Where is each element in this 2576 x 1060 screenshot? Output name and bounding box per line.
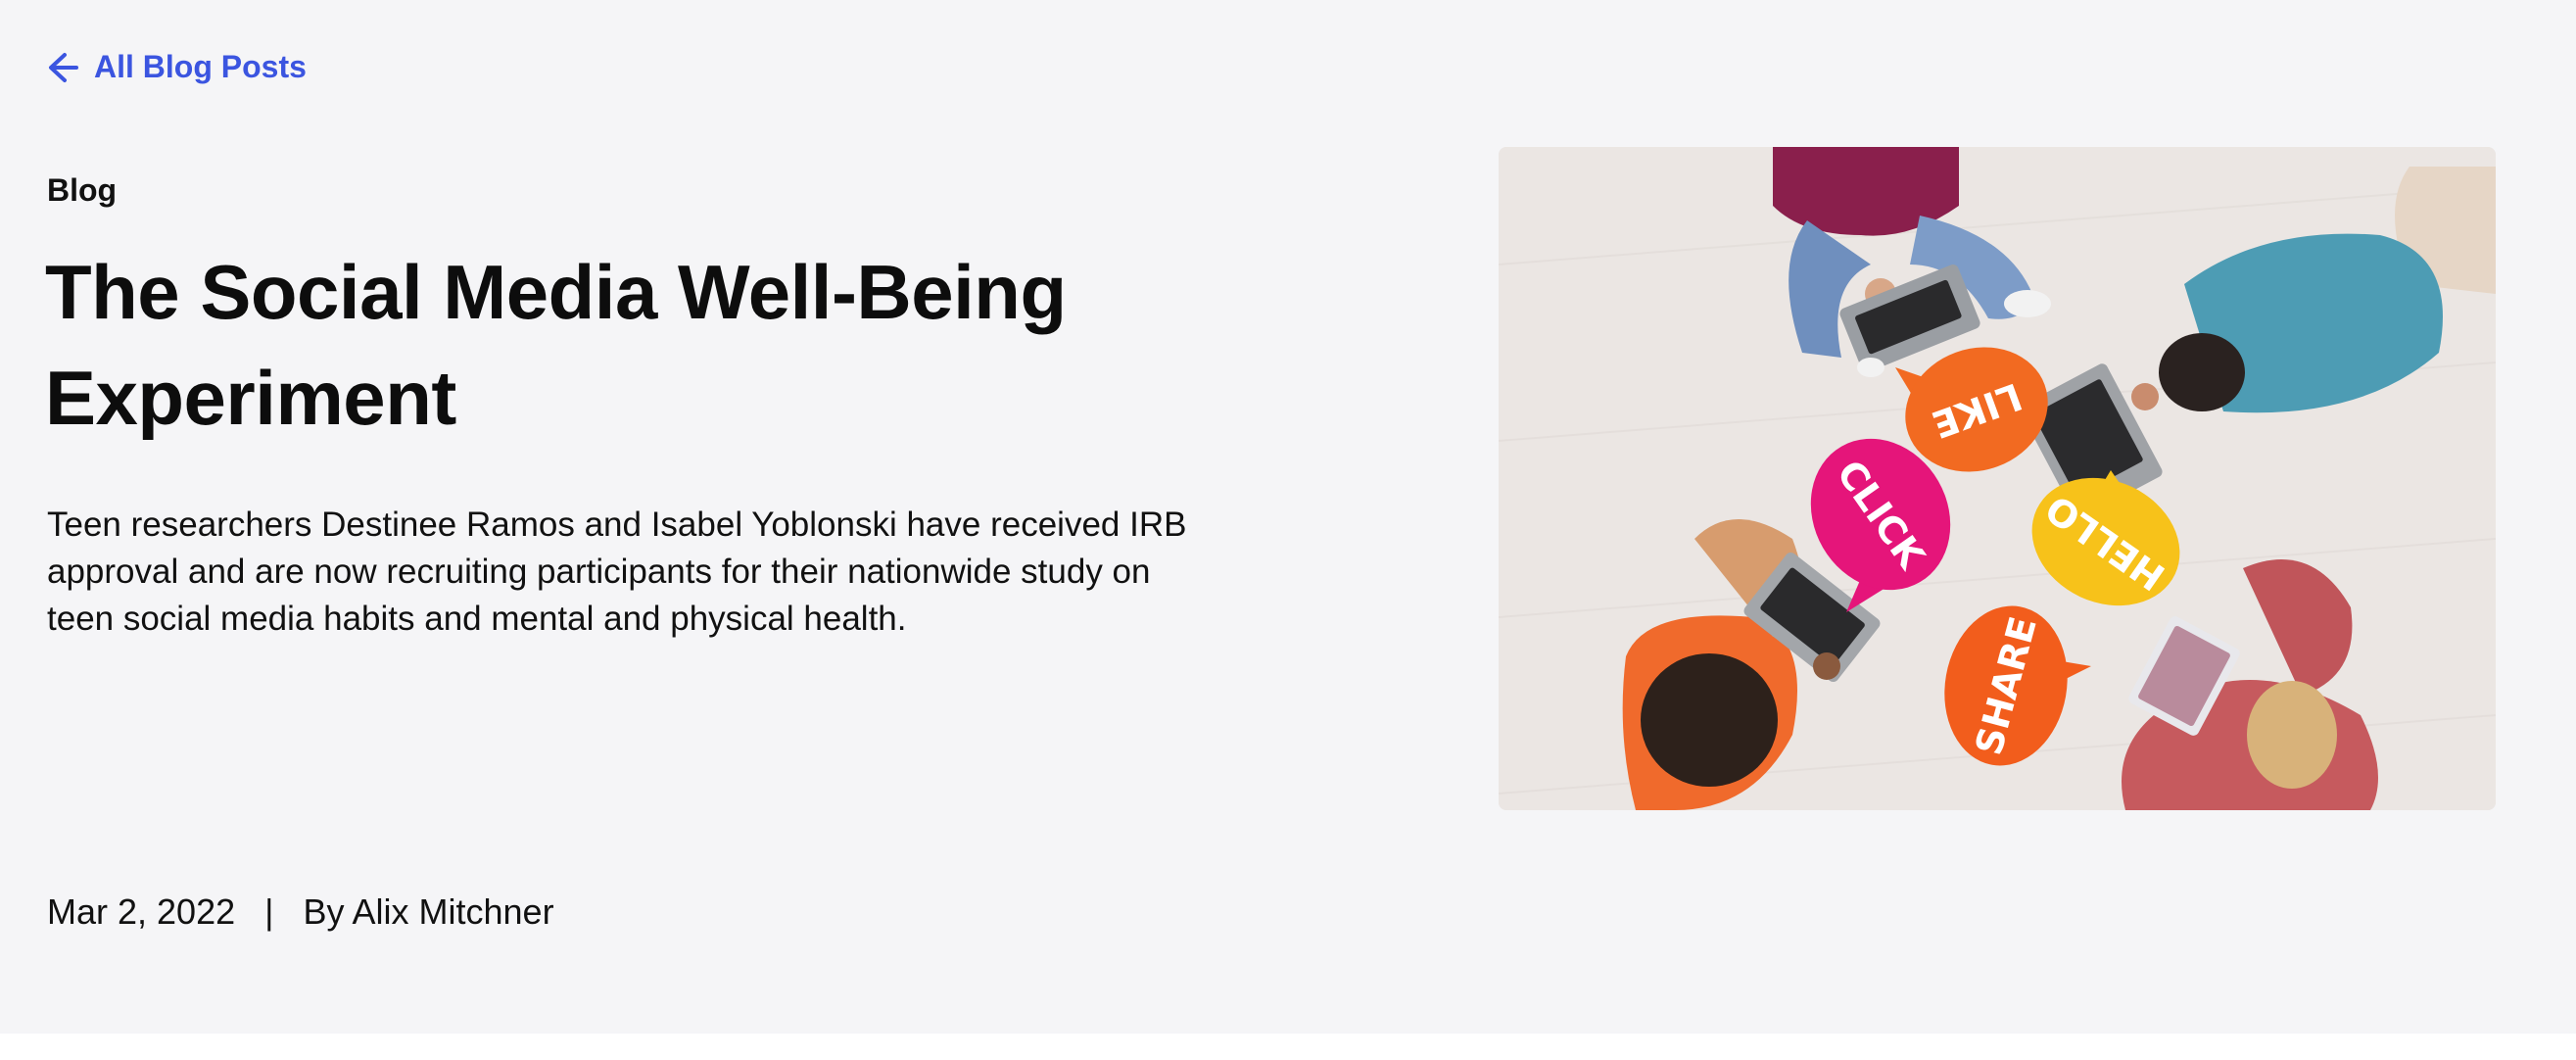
back-to-blog-link[interactable]: All Blog Posts	[45, 49, 307, 85]
post-category: Blog	[47, 172, 118, 208]
post-author: By Alix Mitchner	[303, 891, 554, 932]
post-summary: Teen researchers Destinee Ramos and Isab…	[47, 506, 1187, 638]
back-link-label: All Blog Posts	[94, 49, 307, 84]
post-title: The Social Media Well-Being Experiment	[45, 249, 1067, 441]
post-date: Mar 2, 2022	[47, 891, 236, 932]
hero-image: LIKE CLICK HELLO SHARE	[1499, 147, 2496, 810]
post-header: All Blog Posts Blog The Social Media Wel…	[0, 0, 2576, 1034]
arrow-left-icon	[45, 50, 80, 85]
meta-separator: |	[264, 891, 274, 932]
post-meta: Mar 2, 2022 | By Alix Mitchner	[47, 891, 554, 933]
